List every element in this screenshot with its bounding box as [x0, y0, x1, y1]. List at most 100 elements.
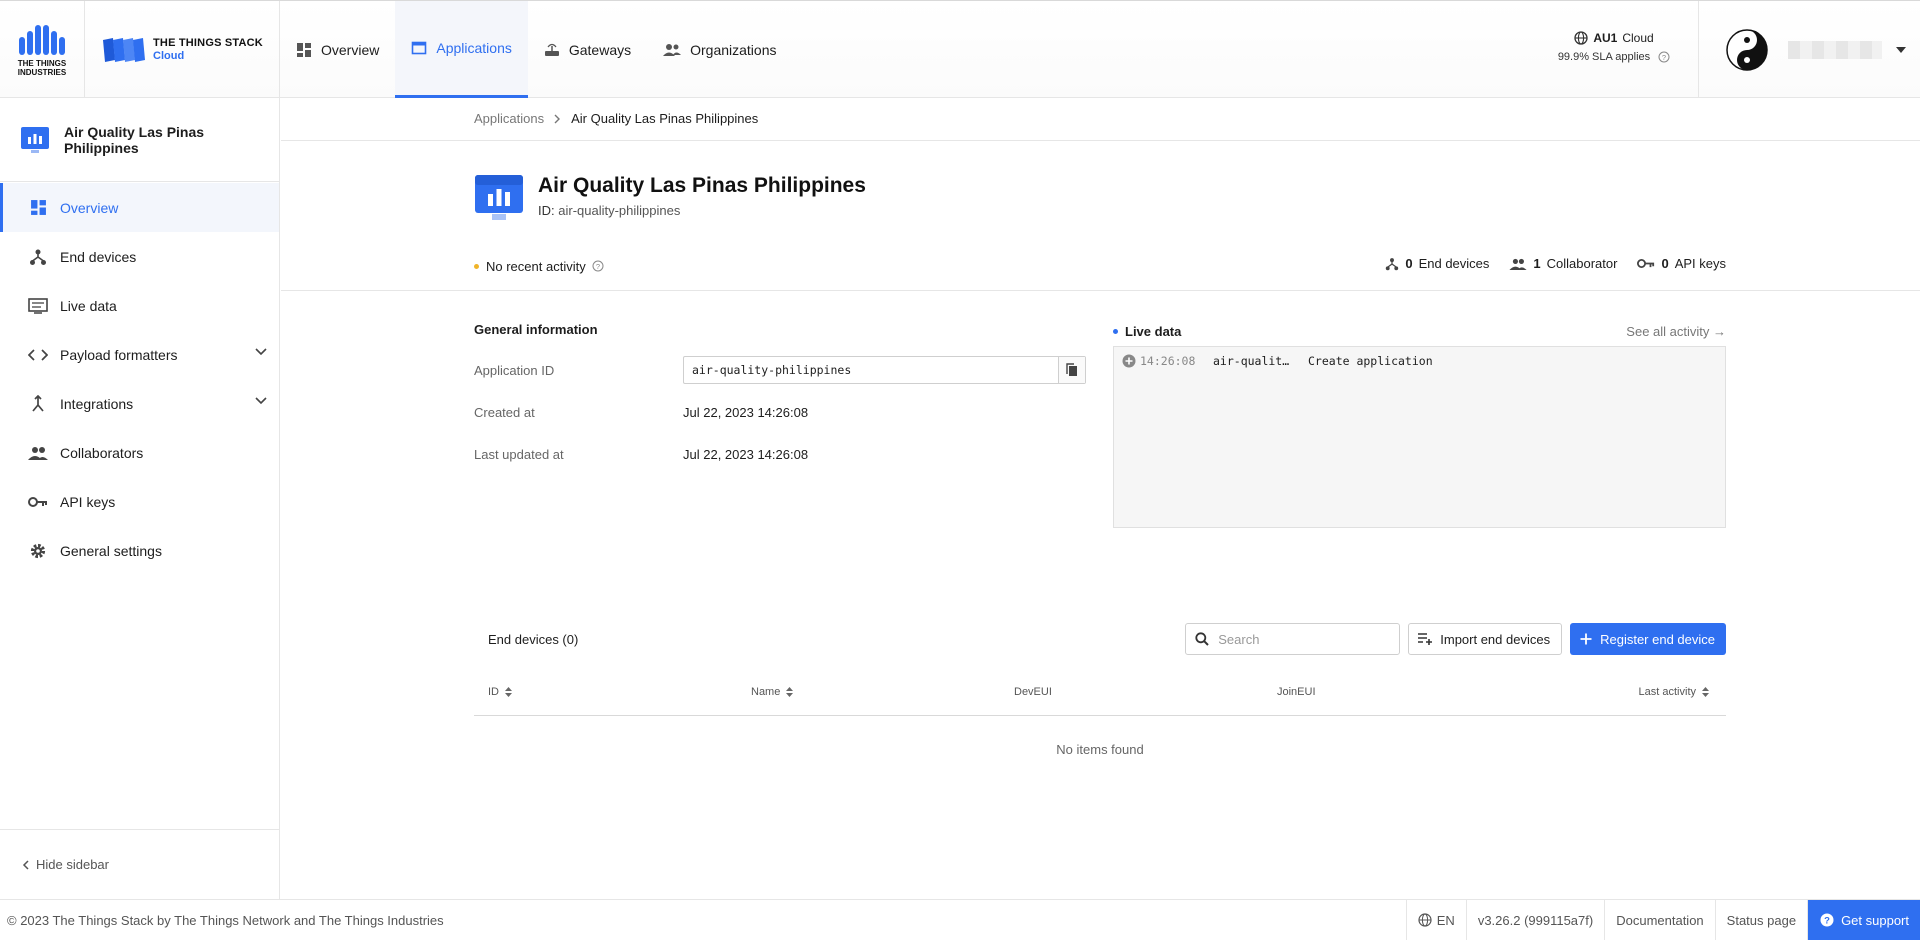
app-id-line: ID: air-quality-philippines	[538, 203, 866, 218]
nav-applications-label: Applications	[436, 40, 512, 56]
sidebar-item-label: Live data	[60, 297, 117, 314]
event-device: air-qualit…	[1213, 354, 1290, 368]
tti-logo-icon	[19, 24, 65, 55]
chevron-left-icon	[22, 859, 29, 870]
tti-logo[interactable]: THE THINGS INDUSTRIES	[0, 1, 85, 98]
get-support-button[interactable]: ? Get support	[1807, 900, 1920, 940]
globe-icon	[1418, 913, 1432, 927]
chevron-down-icon[interactable]	[255, 397, 267, 405]
breadcrumb-bar: Applications Air Quality Las Pinas Phili…	[281, 98, 1920, 141]
sidebar-item-payload-formatters[interactable]: Payload formatters	[0, 330, 279, 379]
column-last-activity[interactable]: Last activity	[1639, 686, 1709, 698]
sidebar-item-general-settings[interactable]: General settings	[0, 526, 279, 575]
stat-end-devices[interactable]: 0 End devices	[1385, 256, 1489, 271]
device-tree-icon	[28, 248, 48, 266]
nav-gateways-label: Gateways	[568, 41, 632, 58]
status-page-link[interactable]: Status page	[1714, 900, 1807, 940]
column-label: DevEUI	[1014, 686, 1052, 698]
created-at-label: Created at	[474, 404, 535, 420]
app-id-value: air-quality-philippines	[558, 203, 681, 218]
activity-status-dot	[474, 263, 479, 269]
column-joineui: JoinEUI	[1277, 686, 1316, 698]
footer: © 2023 The Things Stack by The Things Ne…	[0, 899, 1920, 940]
sidebar-item-end-devices[interactable]: End devices	[0, 232, 279, 281]
column-label: Last activity	[1638, 686, 1696, 698]
sidebar-item-label: Integrations	[60, 395, 134, 412]
version-link[interactable]: v3.26.2 (999115a7f)	[1465, 900, 1604, 940]
breadcrumb-current[interactable]: Air Quality Las Pinas Philippines	[571, 111, 758, 126]
table-header: ID Name DevEUI JoinEUI Last activity	[474, 670, 1726, 716]
stat-count: 0	[1661, 256, 1669, 271]
breadcrumb-applications-link[interactable]: Applications	[474, 111, 544, 126]
end-devices-header: End devices (0) Import end devices Regis…	[474, 621, 1726, 657]
search-box[interactable]	[1185, 623, 1401, 655]
cluster-suffix: Cloud	[1622, 31, 1654, 45]
tts-logo[interactable]: THE THINGS STACK Cloud	[85, 1, 280, 98]
sla-text: 99.9% SLA applies	[1557, 51, 1651, 63]
live-data-icon	[28, 297, 48, 314]
sidebar-item-collaborators[interactable]: Collaborators	[0, 428, 279, 477]
updated-at-row: Last updated at Jul 22, 2023 14:26:08	[474, 433, 1086, 475]
language-label: EN	[1436, 912, 1455, 928]
created-at-row: Created at Jul 22, 2023 14:26:08	[474, 391, 1086, 433]
merge-icon	[28, 394, 48, 413]
nav-overview[interactable]: Overview	[280, 1, 395, 98]
gear-icon	[28, 542, 48, 560]
nav-applications[interactable]: Applications	[395, 1, 528, 98]
sidebar-app-header: Air Quality Las Pinas Philippines	[0, 98, 279, 182]
top-header: THE THINGS INDUSTRIES THE THINGS STACK C…	[0, 0, 1920, 98]
language-selector[interactable]: EN	[1405, 900, 1466, 940]
hide-sidebar-button[interactable]: Hide sidebar	[0, 829, 279, 899]
sidebar-item-live-data[interactable]: Live data	[0, 281, 279, 330]
application-id-value[interactable]: air-quality-philippines	[684, 357, 1059, 383]
search-input[interactable]	[1218, 631, 1389, 647]
nav-gateways[interactable]: Gateways	[528, 1, 647, 98]
application-id-label: Application ID	[474, 362, 555, 378]
help-icon[interactable]: ?	[1658, 51, 1670, 63]
copy-icon	[1066, 363, 1078, 377]
sort-icon	[1702, 687, 1709, 697]
application-id-field[interactable]: air-quality-philippines	[683, 356, 1086, 384]
see-all-activity-link[interactable]: See all activity →	[1626, 324, 1726, 339]
tti-logo-text: THE THINGS INDUSTRIES	[17, 58, 67, 77]
cluster-info[interactable]: AU1 Cloud 99.9% SLA applies ?	[1544, 31, 1684, 63]
sidebar-item-api-keys[interactable]: API keys	[0, 477, 279, 526]
chevron-down-icon[interactable]	[255, 348, 267, 356]
gateway-icon	[544, 42, 560, 58]
key-icon	[28, 496, 48, 508]
stat-api-keys[interactable]: 0 API keys	[1637, 256, 1726, 271]
documentation-link[interactable]: Documentation	[1604, 900, 1714, 940]
hide-sidebar-label: Hide sidebar	[36, 857, 109, 872]
stat-label: End devices	[1418, 256, 1490, 271]
event-time: 14:26:08	[1140, 354, 1196, 368]
user-menu[interactable]	[1698, 1, 1920, 98]
activity-status-text: No recent activity	[486, 258, 586, 274]
event-row[interactable]: 14:26:08 air-qualit… Create application	[1122, 354, 1717, 368]
live-data-events[interactable]: 14:26:08 air-qualit… Create application	[1113, 346, 1726, 528]
svg-text:?: ?	[1824, 916, 1830, 927]
sort-icon	[786, 687, 794, 697]
nav-organizations[interactable]: Organizations	[647, 1, 792, 98]
live-data-title: Live data	[1125, 323, 1182, 339]
copy-button[interactable]	[1059, 357, 1085, 383]
app-id-label: ID:	[538, 203, 555, 218]
column-name[interactable]: Name	[751, 686, 794, 698]
user-name-redacted	[1788, 40, 1882, 59]
sidebar-item-overview[interactable]: Overview	[0, 183, 279, 232]
import-end-devices-button[interactable]: Import end devices	[1408, 623, 1563, 655]
column-label: ID	[488, 686, 499, 698]
playlist-add-icon	[1417, 632, 1433, 646]
column-id[interactable]: ID	[488, 686, 512, 698]
register-end-device-button[interactable]: Register end device	[1570, 623, 1726, 655]
stat-collaborators[interactable]: 1 Collaborator	[1509, 256, 1617, 271]
app-title-area: Air Quality Las Pinas Philippines ID: ai…	[474, 174, 866, 222]
things-stack-logo-icon	[103, 37, 145, 62]
sidebar-item-integrations[interactable]: Integrations	[0, 379, 279, 428]
column-label: Name	[751, 686, 781, 698]
column-deveui: DevEUI	[1014, 686, 1052, 698]
general-information-panel: General information Application ID air-q…	[474, 322, 1086, 475]
help-icon[interactable]: ?	[592, 260, 604, 272]
avatar	[1726, 28, 1768, 71]
column-label: JoinEUI	[1277, 686, 1316, 698]
sidebar-item-label: End devices	[60, 248, 137, 265]
